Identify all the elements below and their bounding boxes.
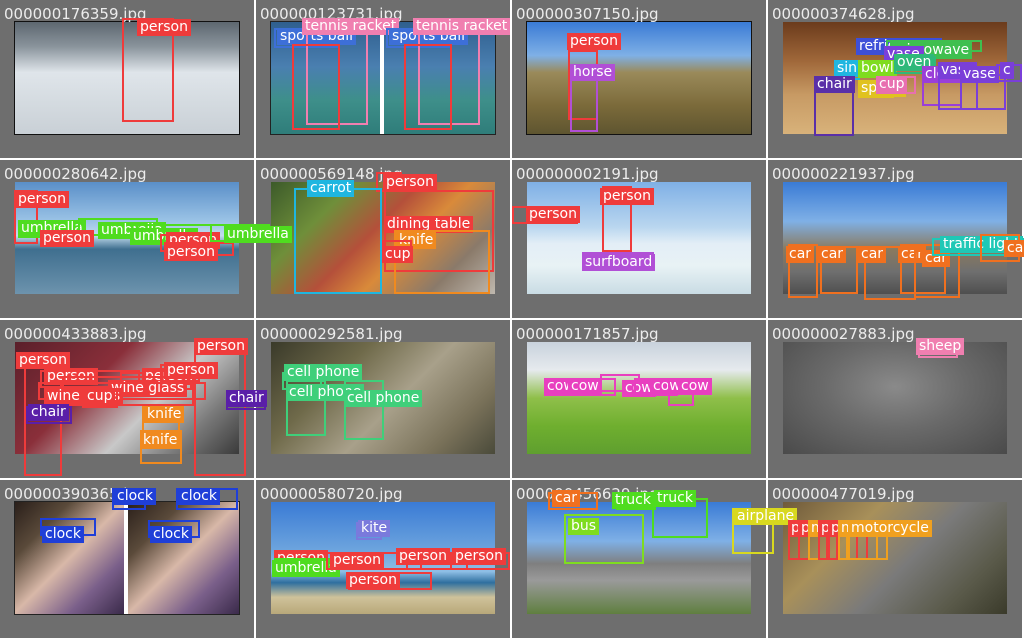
image-thumbnail [270, 21, 496, 135]
image-tile[interactable]: 000000292581.jpg cell phone cell phone cell… [256, 320, 510, 478]
image-filename: 000000580720.jpg [260, 485, 403, 503]
image-thumbnail [271, 502, 495, 614]
image-thumbnail [527, 342, 751, 454]
image-tile[interactable]: 000000027883.jpg sheep [768, 320, 1022, 478]
image-thumbnail [783, 502, 1007, 614]
image-tile[interactable]: 000000477019.jpg person person motorcycle pe… [768, 480, 1022, 638]
image-filename: 000000176359.jpg [4, 5, 147, 23]
image-filename: 000000292581.jpg [260, 325, 403, 343]
image-thumbnail [527, 502, 751, 614]
image-tile[interactable]: 000000569148.jpg person carrot dining table… [256, 160, 510, 318]
image-filename: 000000477019.jpg [772, 485, 915, 503]
detection-grid: 000000176359.jpg person 000000123731.jpg sp… [0, 0, 1024, 640]
image-filename: 000000221937.jpg [772, 165, 915, 183]
image-tile[interactable]: 000000176359.jpg person [0, 0, 254, 158]
image-thumbnail [527, 182, 751, 294]
image-filename: 000000002191.jpg [516, 165, 659, 183]
image-tile[interactable]: 000000171857.jpg cow cow cow cow cow [512, 320, 766, 478]
image-thumbnail [783, 182, 1007, 294]
image-thumbnail [15, 182, 239, 294]
image-tile[interactable]: 000000580720.jpg kite person umbrella person… [256, 480, 510, 638]
image-tile[interactable]: 000000221937.jpg car car car car car traffic l… [768, 160, 1024, 318]
image-filename: 000000456629.jpg [516, 485, 659, 503]
image-tile[interactable]: 000000390365.jpg clock clock clock clock [0, 480, 254, 638]
image-thumbnail [783, 342, 1007, 454]
image-filename: 000000027883.jpg [772, 325, 915, 343]
image-tile[interactable]: 000000433883.jpg person person person person… [0, 320, 267, 478]
image-thumbnail [783, 22, 1007, 134]
image-tile[interactable]: 000000280642.jpg person umbrella umbrella um… [0, 160, 292, 318]
image-filename: 000000569148.jpg [260, 165, 403, 183]
image-filename: 000000390365.jpg [4, 485, 147, 503]
image-thumbnail [15, 342, 239, 454]
image-tile[interactable]: 000000307150.jpg person horse [512, 0, 766, 158]
image-filename: 000000280642.jpg [4, 165, 147, 183]
image-filename: 000000374628.jpg [772, 5, 915, 23]
image-filename: 000000433883.jpg [4, 325, 147, 343]
image-thumbnail [271, 342, 495, 454]
image-filename: 000000171857.jpg [516, 325, 659, 343]
image-tile[interactable]: 000000002191.jpg person person surfboard [512, 160, 766, 318]
image-tile[interactable]: 000000123731.jpg sports ball tennis racket… [256, 0, 511, 158]
detection-label: car [1004, 240, 1024, 257]
image-thumbnail [526, 21, 752, 135]
image-thumbnail [14, 21, 240, 135]
image-thumbnail [271, 182, 495, 294]
image-tile[interactable]: 000000374628.jpg refrigerator microwave vas… [768, 0, 1022, 158]
image-filename: 000000123731.jpg [260, 5, 403, 23]
image-tile[interactable]: 000000456629.jpg car truck bus truck airplane [512, 480, 798, 638]
image-thumbnail [14, 501, 240, 615]
image-filename: 000000307150.jpg [516, 5, 659, 23]
